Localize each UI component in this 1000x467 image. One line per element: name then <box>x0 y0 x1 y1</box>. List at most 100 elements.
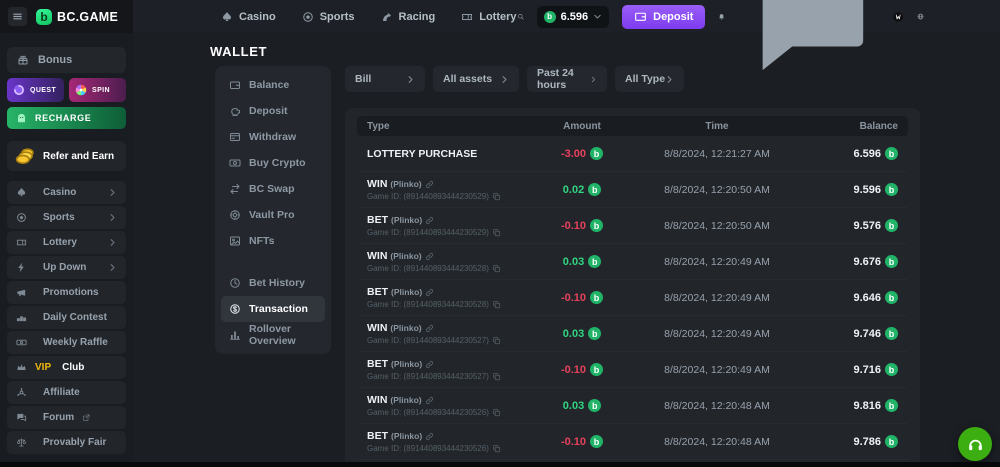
wallet-menu-item[interactable]: Rollover Overview <box>221 322 325 348</box>
nav-item[interactable]: Lottery <box>461 11 516 23</box>
transaction-game: (Plinko) <box>391 359 422 369</box>
wallet-item-label: Bet History <box>249 277 305 289</box>
nav-item[interactable]: Casino <box>221 11 276 23</box>
transaction-type: BET <box>367 358 388 370</box>
sidebar-menu-item[interactable]: Weekly Raffle <box>7 331 126 354</box>
wallet-menu-item[interactable]: Balance <box>221 72 325 98</box>
link-icon[interactable] <box>425 324 434 333</box>
wallet-menu-item[interactable]: NFTs <box>221 228 325 254</box>
sports-icon <box>302 11 314 23</box>
sidebar-menu-item[interactable]: Forum <box>7 406 126 429</box>
menu-label: Affiliate <box>43 387 80 398</box>
notifications-bell-icon[interactable] <box>718 9 725 24</box>
search-icon[interactable] <box>517 9 524 24</box>
link-icon[interactable] <box>425 180 434 189</box>
copy-icon[interactable] <box>492 300 501 309</box>
bc-dollar-coin-icon <box>588 183 601 196</box>
nav-item[interactable]: Racing <box>381 11 436 23</box>
column-header-type: Type <box>367 121 517 132</box>
wallet-item-label: Rollover Overview <box>249 323 317 347</box>
menu-toggle-button[interactable] <box>8 7 27 26</box>
link-icon[interactable] <box>425 396 434 405</box>
sidebar-item-bonus[interactable]: Bonus <box>7 47 126 73</box>
transaction-amount: -0.10 <box>561 364 586 376</box>
wallet-menu-item[interactable]: BC Swap <box>221 176 325 202</box>
chevron-right-icon <box>108 238 117 247</box>
copy-icon[interactable] <box>492 372 501 381</box>
crown-icon <box>16 362 27 373</box>
spin-wheel-icon <box>74 83 88 97</box>
chat-button[interactable] <box>739 0 881 87</box>
sidebar-menu-item[interactable]: Promotions <box>7 281 126 304</box>
wallet-item-label: BC Swap <box>249 183 295 195</box>
sidebar-menu-item[interactable]: Sports <box>7 206 126 229</box>
wallet-menu-item[interactable]: Withdraw <box>221 124 325 150</box>
sidebar-menu-item[interactable]: Provably Fair <box>7 431 126 454</box>
menu-label: Daily Contest <box>43 312 107 323</box>
user-avatar[interactable] <box>893 6 903 28</box>
transaction-balance: 9.746 <box>853 328 881 340</box>
left-sidebar: Bonus QUEST SPIN RECHARGE Refer and Earn <box>0 33 133 462</box>
transaction-type: LOTTERY PURCHASE <box>367 148 477 160</box>
sidebar-menu-item[interactable]: Up Down <box>7 256 126 279</box>
bonus-label: Bonus <box>38 54 72 66</box>
link-icon[interactable] <box>425 288 434 297</box>
copy-icon[interactable] <box>492 408 501 417</box>
filter-dropdown[interactable]: Bill <box>345 66 425 92</box>
language-globe-icon[interactable] <box>917 9 924 24</box>
nav-item-label: Lottery <box>479 11 516 23</box>
wallet-menu-item[interactable]: Transaction <box>221 296 325 322</box>
bc-dollar-coin-icon <box>885 435 898 448</box>
game-id: Game ID: (891440893444230528) <box>367 300 489 309</box>
sidebar-menu-item[interactable]: Casino <box>7 181 126 204</box>
link-icon[interactable] <box>425 216 434 225</box>
live-support-button[interactable] <box>958 427 992 461</box>
column-header-amount: Amount <box>517 121 647 132</box>
nav-item[interactable]: Sports <box>302 11 355 23</box>
sidebar-item-refer-and-earn[interactable]: Refer and Earn <box>7 141 126 171</box>
spin-badge[interactable]: SPIN <box>69 78 126 102</box>
bc-game-logo[interactable]: b BC.GAME <box>36 9 118 25</box>
copy-icon[interactable] <box>492 336 501 345</box>
menu-label: Promotions <box>43 287 99 298</box>
transaction-balance: 9.596 <box>853 184 881 196</box>
wallet-menu-item[interactable]: Buy Crypto <box>221 150 325 176</box>
wallet-menu-item[interactable]: Bet History <box>221 270 325 296</box>
balance-selector[interactable]: 6.596 <box>537 6 610 28</box>
sidebar-menu-item[interactable]: Affiliate <box>7 381 126 404</box>
recharge-label: RECHARGE <box>35 113 91 123</box>
top-navbar: b BC.GAME Casino Sports Racing Lottery <box>0 0 1000 33</box>
wallet-menu-item[interactable]: Deposit <box>221 98 325 124</box>
chevron-down-icon <box>593 12 602 21</box>
piggy-icon <box>229 105 241 117</box>
link-icon[interactable] <box>425 360 434 369</box>
link-icon[interactable] <box>425 252 434 261</box>
game-id: Game ID: (891440893444230527) <box>367 336 489 345</box>
copy-icon[interactable] <box>492 444 501 453</box>
sidebar-item-recharge[interactable]: RECHARGE <box>7 107 126 129</box>
bc-dollar-coin-icon <box>885 147 898 160</box>
megaphone-icon <box>16 287 27 298</box>
copy-icon[interactable] <box>492 192 501 201</box>
copy-icon[interactable] <box>492 228 501 237</box>
deposit-button[interactable]: Deposit <box>622 5 705 29</box>
link-icon[interactable] <box>425 432 434 441</box>
wallet-menu-item[interactable]: Vault Pro <box>221 202 325 228</box>
sidebar-menu-item[interactable]: VIP Club <box>7 356 126 379</box>
quest-badge[interactable]: QUEST <box>7 78 64 102</box>
casino-icon <box>221 11 233 23</box>
bc-dollar-coin-icon <box>885 219 898 232</box>
menu-label: Provably Fair <box>43 437 106 448</box>
bc-dollar-coin-icon <box>588 399 601 412</box>
table-body: LOTTERY PURCHASE -3.00 <box>357 136 908 467</box>
wallet-item-label: Withdraw <box>249 131 296 143</box>
filter-dropdown[interactable]: All assets <box>433 66 519 92</box>
copy-icon[interactable] <box>492 264 501 273</box>
menu-label: Lottery <box>43 237 77 248</box>
quest-label: QUEST <box>30 87 56 94</box>
transaction-row: BET (Plinko) Game ID: (89144089344423052… <box>357 280 908 316</box>
sidebar-menu-item[interactable]: Lottery <box>7 231 126 254</box>
sidebar-menu-item[interactable]: Daily Contest <box>7 306 126 329</box>
bc-dollar-coin-icon <box>590 363 603 376</box>
chevron-right-icon <box>108 263 117 272</box>
